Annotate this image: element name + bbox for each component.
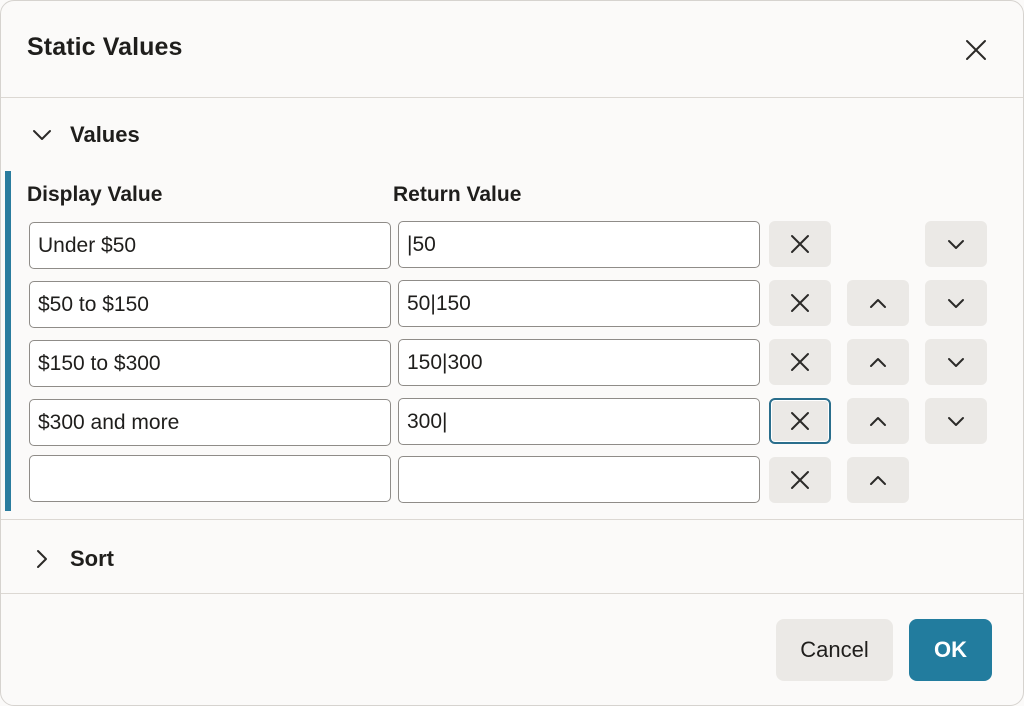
move-up-button[interactable] (847, 339, 909, 385)
static-values-dialog: Static Values Values Display Value Retur… (0, 0, 1024, 706)
return-value-input[interactable]: 50|150 (398, 280, 760, 327)
chevron-down-icon (948, 357, 964, 367)
move-down-button[interactable] (925, 221, 987, 267)
move-down-button[interactable] (925, 398, 987, 444)
chevron-up-icon (870, 298, 886, 308)
chevron-down-icon (948, 298, 964, 308)
chevron-up-icon (870, 416, 886, 426)
move-up-button[interactable] (847, 457, 909, 503)
display-value-column-header: Display Value (27, 183, 163, 206)
dialog-title: Static Values (27, 33, 183, 61)
chevron-up-icon (870, 475, 886, 485)
chevron-down-icon (948, 416, 964, 426)
return-value-input[interactable]: |50 (398, 221, 760, 268)
display-value-input[interactable] (29, 455, 391, 502)
close-icon (966, 40, 986, 60)
remove-row-button[interactable] (769, 457, 831, 503)
close-button[interactable] (957, 31, 995, 69)
return-value-column-header: Return Value (393, 183, 522, 206)
values-section-toggle[interactable]: Values (1, 105, 1023, 165)
remove-row-button[interactable] (769, 398, 831, 444)
move-down-button[interactable] (925, 280, 987, 326)
display-value-input[interactable]: $50 to $150 (29, 281, 391, 328)
ok-button[interactable]: OK (909, 619, 992, 681)
chevron-down-icon (29, 122, 55, 148)
sort-section-toggle[interactable]: Sort (1, 529, 1023, 589)
return-value-input[interactable] (398, 456, 760, 503)
display-value-input[interactable]: Under $50 (29, 222, 391, 269)
footer-divider (1, 593, 1023, 594)
display-value-input[interactable]: $150 to $300 (29, 340, 391, 387)
chevron-up-icon (870, 357, 886, 367)
sort-section-label: Sort (70, 546, 114, 571)
dialog-header: Static Values (1, 1, 1023, 98)
move-up-button[interactable] (847, 398, 909, 444)
close-icon (791, 353, 809, 371)
chevron-down-icon (948, 239, 964, 249)
cancel-button[interactable]: Cancel (776, 619, 893, 681)
section-divider (1, 519, 1023, 520)
move-down-button[interactable] (925, 339, 987, 385)
values-section-body: Display Value Return Value Under $50 |50… (1, 171, 1023, 513)
return-value-input[interactable]: 300| (398, 398, 760, 445)
chevron-right-icon (29, 546, 55, 572)
close-icon (791, 412, 809, 430)
display-value-input[interactable]: $300 and more (29, 399, 391, 446)
section-accent-bar (5, 171, 11, 511)
close-icon (791, 471, 809, 489)
return-value-input[interactable]: 150|300 (398, 339, 760, 386)
values-section-label: Values (70, 122, 140, 147)
close-icon (791, 235, 809, 253)
close-icon (791, 294, 809, 312)
move-up-button[interactable] (847, 280, 909, 326)
remove-row-button[interactable] (769, 339, 831, 385)
remove-row-button[interactable] (769, 221, 831, 267)
remove-row-button[interactable] (769, 280, 831, 326)
